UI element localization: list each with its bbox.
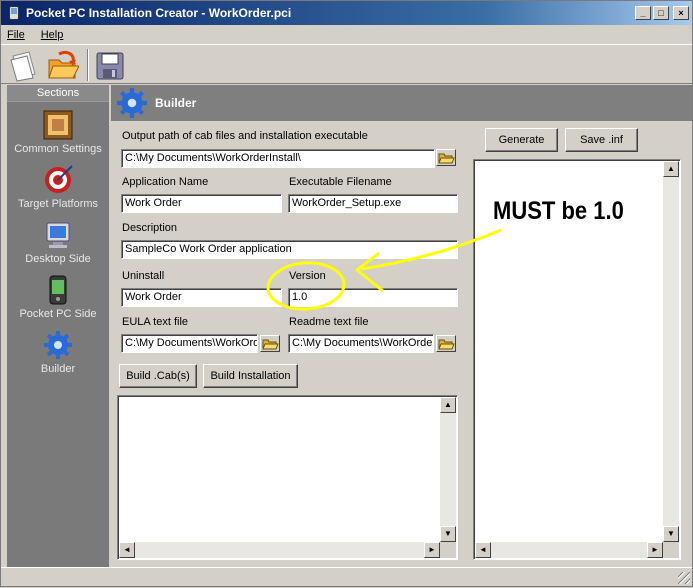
scroll-down-icon[interactable]: ▼	[440, 526, 456, 542]
toolbar	[1, 44, 692, 84]
section-label: Desktop Side	[25, 253, 91, 265]
scroll-right-icon[interactable]: ►	[647, 542, 663, 558]
section-label: Target Platforms	[17, 198, 99, 210]
build-cabs-button[interactable]: Build .Cab(s)	[119, 364, 197, 388]
save-button[interactable]	[93, 48, 127, 82]
horizontal-scrollbar[interactable]: ◄ ►	[119, 542, 440, 558]
version-field[interactable]: 1.0	[288, 288, 458, 307]
open-folder-icon	[48, 50, 80, 79]
sections-header: Sections	[7, 85, 109, 102]
exe-filename-label: Executable Filename	[289, 176, 392, 188]
menu-file[interactable]: File	[7, 29, 25, 41]
scroll-left-icon[interactable]: ◄	[119, 542, 135, 558]
build-output-area[interactable]: ▲ ▼ ◄ ►	[117, 395, 458, 560]
minimize-button[interactable]: _	[635, 6, 651, 20]
section-pocket-pc-side[interactable]: Pocket PC Side	[7, 274, 109, 320]
eula-label: EULA text file	[122, 316, 189, 328]
floppy-disk-icon	[96, 52, 124, 80]
close-button[interactable]: ×	[673, 6, 689, 20]
sections-panel: Sections Common Settings Target Platform…	[7, 85, 109, 567]
scroll-left-icon[interactable]: ◄	[475, 542, 491, 558]
scrollbar-corner	[663, 542, 679, 558]
section-label: Builder	[40, 363, 76, 375]
target-icon	[42, 164, 74, 196]
vertical-scrollbar[interactable]: ▲ ▼	[663, 161, 679, 542]
builder-title: Builder	[155, 96, 197, 110]
description-label: Description	[122, 222, 178, 234]
common-settings-icon	[42, 109, 74, 141]
maximize-button[interactable]: □	[653, 6, 669, 20]
app-name-label: Application Name	[122, 176, 209, 188]
section-label: Pocket PC Side	[19, 308, 97, 320]
toolbar-separator	[87, 49, 89, 81]
section-common-settings[interactable]: Common Settings	[7, 109, 109, 155]
section-desktop-side[interactable]: Desktop Side	[7, 219, 109, 265]
save-inf-button[interactable]: Save .inf	[565, 128, 638, 152]
eula-field[interactable]: C:\My Documents\WorkOrde	[121, 334, 258, 353]
status-bar	[1, 567, 692, 586]
open-folder-icon	[438, 339, 455, 350]
resize-grip-icon[interactable]	[678, 572, 690, 584]
menu-bar: File Help	[1, 25, 692, 44]
section-builder[interactable]: Builder	[7, 329, 109, 375]
menu-help[interactable]: Help	[41, 29, 64, 41]
readme-label: Readme text file	[289, 316, 369, 328]
desktop-icon	[42, 219, 74, 251]
output-path-field[interactable]: C:\My Documents\WorkOrderInstall\	[121, 149, 435, 168]
builder-gear-icon	[115, 86, 149, 120]
section-target-platforms[interactable]: Target Platforms	[7, 164, 109, 210]
generate-button[interactable]: Generate	[485, 128, 558, 152]
builder-header: Builder	[111, 85, 692, 121]
scroll-right-icon[interactable]: ►	[424, 542, 440, 558]
readme-browse-button[interactable]	[436, 335, 456, 352]
eula-browse-button[interactable]	[260, 335, 280, 352]
readme-field[interactable]: C:\My Documents\WorkOrder	[288, 334, 434, 353]
window-title: Pocket PC Installation Creator - WorkOrd…	[26, 6, 292, 20]
scrollbar-corner	[440, 542, 456, 558]
section-label: Common Settings	[14, 143, 102, 155]
pocket-pc-icon	[42, 274, 74, 306]
horizontal-scrollbar[interactable]: ◄ ►	[475, 542, 663, 558]
title-bar[interactable]: Pocket PC Installation Creator - WorkOrd…	[1, 1, 692, 25]
new-document-button[interactable]	[7, 48, 41, 82]
annotation-text: MUST be 1.0	[493, 197, 624, 225]
gear-icon	[42, 329, 74, 361]
scroll-down-icon[interactable]: ▼	[663, 526, 679, 542]
new-document-icon	[10, 51, 36, 82]
app-window: Pocket PC Installation Creator - WorkOrd…	[0, 0, 693, 587]
uninstall-field[interactable]: Work Order	[121, 288, 282, 307]
scroll-up-icon[interactable]: ▲	[663, 161, 679, 177]
build-installation-button[interactable]: Build Installation	[203, 364, 298, 388]
version-label: Version	[289, 270, 326, 282]
folder-icon	[438, 153, 455, 164]
output-path-label: Output path of cab files and installatio…	[122, 130, 368, 142]
scroll-up-icon[interactable]: ▲	[440, 397, 456, 413]
vertical-scrollbar[interactable]: ▲ ▼	[440, 397, 456, 542]
open-button[interactable]	[45, 48, 80, 82]
exe-filename-field[interactable]: WorkOrder_Setup.exe	[288, 194, 458, 213]
pocket-pc-app-icon	[6, 5, 22, 21]
output-path-browse-button[interactable]	[436, 149, 456, 166]
description-field[interactable]: SampleCo Work Order application	[121, 240, 458, 259]
open-folder-icon	[262, 339, 279, 350]
app-name-field[interactable]: Work Order	[121, 194, 282, 213]
uninstall-label: Uninstall	[122, 270, 165, 282]
